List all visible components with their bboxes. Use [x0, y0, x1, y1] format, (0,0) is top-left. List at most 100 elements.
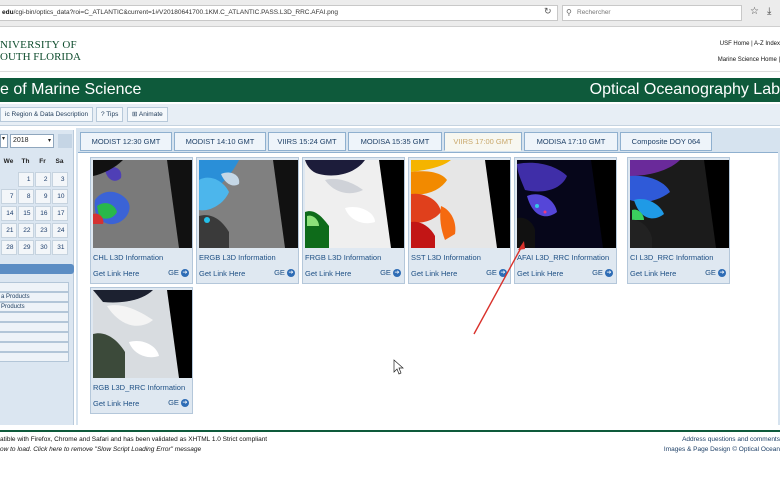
calendar-day — [1, 172, 17, 187]
tab-modist-14-10-gmt[interactable]: MODIST 14:10 GMT — [174, 132, 266, 151]
globe-arrow-icon: ➔ — [605, 269, 613, 278]
browser-search-input[interactable]: ⚲ Rechercher — [562, 5, 742, 21]
info-link[interactable]: ERGB L3D Information — [199, 253, 276, 262]
calendar-day[interactable]: 8 — [17, 189, 34, 204]
calendar-day[interactable]: 9 — [34, 189, 51, 204]
info-link[interactable]: SST L3D Information — [411, 253, 481, 262]
calendar-day[interactable]: 28 — [0, 240, 17, 255]
get-link[interactable]: Get Link Here — [93, 399, 139, 408]
info-link[interactable]: RGB L3D_RRC Information — [93, 383, 185, 392]
address-bar[interactable]: edu/cgi-bin/optics_data?roi=C_ATLANTIC&c… — [0, 5, 558, 21]
info-link[interactable]: CI L3D_RRC Information — [630, 253, 713, 262]
satellite-thumbnail[interactable] — [305, 160, 404, 248]
usf-logo-line2[interactable]: OUTH FLORIDA — [0, 51, 81, 63]
search-icon: ⚲ — [566, 8, 572, 17]
calendar-day[interactable]: 21 — [0, 223, 17, 238]
sidebar-list: a Products Products — [0, 282, 69, 362]
calendar: We Th Fr Sa 1 2 3 7 8 9 10 14 15 16 17 21 22 23 24 28 29 30 3… — [0, 154, 68, 256]
ge-label: GE — [592, 268, 603, 277]
calendar-day[interactable]: 10 — [51, 189, 68, 204]
tab-modist-12-30-gmt[interactable]: MODIST 12:30 GMT — [80, 132, 172, 151]
calendar-day[interactable]: 15 — [17, 206, 34, 221]
satellite-image — [305, 160, 404, 248]
get-link[interactable]: Get Link Here — [305, 269, 351, 278]
ge-label: GE — [380, 268, 391, 277]
calendar-day[interactable]: 2 — [34, 172, 51, 187]
satellite-thumbnail[interactable] — [517, 160, 616, 248]
google-earth-link[interactable]: GE ➔ — [592, 268, 613, 278]
footer-compat-note: atible with Firefox, Chrome and Safari a… — [0, 436, 268, 443]
google-earth-link[interactable]: GE ➔ — [705, 268, 726, 278]
satellite-thumbnail[interactable] — [93, 290, 192, 378]
sidebar-item[interactable] — [0, 322, 69, 332]
sidebar-item[interactable]: a Products — [0, 292, 69, 302]
globe-arrow-icon: ➔ — [499, 269, 507, 278]
year-select[interactable]: 2018 ▾ — [10, 134, 54, 148]
sidebar-item[interactable] — [0, 312, 69, 322]
get-link[interactable]: Get Link Here — [630, 269, 676, 278]
region-description-button[interactable]: ic Region & Data Description — [0, 107, 94, 122]
tab-modisa-17-10-gmt[interactable]: MODISA 17:10 GMT — [524, 132, 618, 151]
get-link[interactable]: Get Link Here — [411, 269, 457, 278]
chevron-down-icon: ▾ — [47, 138, 51, 144]
page-footer: atible with Firefox, Chrome and Safari a… — [0, 430, 780, 460]
footer-contact-link[interactable]: Address questions and comments — [682, 436, 780, 443]
left-sidebar: ▾ 2018 ▾ We Th Fr Sa 1 2 3 7 8 9 10 14 15 16 17 21 22 23… — [0, 130, 74, 425]
usf-logo-line1[interactable]: NIVERSITY OF — [0, 39, 77, 51]
google-earth-link[interactable]: GE ➔ — [486, 268, 507, 278]
calendar-day[interactable]: 30 — [34, 240, 51, 255]
tab-modisa-15-35-gmt[interactable]: MODISA 15:35 GMT — [348, 132, 442, 151]
tab-composite-doy-064[interactable]: Composite DOY 064 — [620, 132, 712, 151]
bottom-strip — [0, 460, 780, 477]
site-header: NIVERSITY OF OUTH FLORIDA USF Home | A-Z… — [0, 27, 780, 72]
tab-viirs-15-24-gmt[interactable]: VIIRS 15:24 GMT — [268, 132, 346, 151]
sidebar-item[interactable] — [0, 332, 69, 342]
satellite-image — [93, 160, 192, 248]
get-link[interactable]: Get Link Here — [199, 269, 245, 278]
calendar-day[interactable]: 14 — [0, 206, 17, 221]
footer-slow-script-link[interactable]: ow to load. Click here to remove "Slow S… — [0, 446, 201, 453]
top-links[interactable]: USF Home | A-Z Index — [720, 41, 780, 47]
satellite-thumbnail[interactable] — [630, 160, 729, 248]
calendar-day[interactable]: 31 — [51, 240, 68, 255]
bookmark-star-icon[interactable]: ☆ — [750, 6, 759, 17]
satellite-thumbnail[interactable] — [199, 160, 298, 248]
google-earth-link[interactable]: GE ➔ — [168, 268, 189, 278]
calendar-day[interactable]: 23 — [34, 223, 51, 238]
calendar-day[interactable]: 3 — [51, 172, 68, 187]
info-link[interactable]: CHL L3D Information — [93, 253, 163, 262]
google-earth-link[interactable]: GE ➔ — [380, 268, 401, 278]
info-link[interactable]: FRGB L3D Information — [305, 253, 381, 262]
get-link[interactable]: Get Link Here — [93, 269, 139, 278]
calendar-week: 7 8 9 10 — [0, 188, 68, 205]
sidebar-item[interactable] — [0, 352, 69, 362]
animate-button[interactable]: ⊞ Animate — [127, 107, 168, 122]
month-select[interactable]: ▾ — [0, 134, 8, 148]
tab-viirs-17-00-gmt[interactable]: VIIRS 17:00 GMT — [444, 132, 522, 151]
globe-arrow-icon: ➔ — [181, 269, 189, 278]
reload-icon[interactable]: ↻ — [544, 6, 552, 17]
calendar-day[interactable]: 29 — [17, 240, 34, 255]
calendar-day[interactable]: 16 — [34, 206, 51, 221]
get-link[interactable]: Get Link Here — [517, 269, 563, 278]
satellite-thumbnail[interactable] — [411, 160, 510, 248]
tips-button[interactable]: ? Tips — [96, 107, 124, 122]
calendar-day[interactable]: 24 — [51, 223, 68, 238]
google-earth-link[interactable]: GE ➔ — [274, 268, 295, 278]
google-earth-link[interactable]: GE ➔ — [168, 398, 189, 408]
image-card-afai-l3d-rrc: AFAI L3D_RRC Information Get Link Here GE … — [514, 157, 617, 284]
calendar-day[interactable]: 7 — [0, 189, 17, 204]
sidebar-item[interactable] — [0, 342, 69, 352]
download-icon[interactable]: ⤓ — [767, 6, 771, 17]
satellite-thumbnail[interactable] — [93, 160, 192, 248]
content-panel: MODIST 12:30 GMT MODIST 14:10 GMT VIIRS 15… — [76, 128, 780, 425]
calendar-week: 21 22 23 24 — [0, 222, 68, 239]
sub-links[interactable]: Marine Science Home | — [718, 57, 780, 63]
calendar-day[interactable]: 22 — [17, 223, 34, 238]
calendar-day[interactable]: 1 — [17, 172, 34, 187]
sidebar-item[interactable] — [0, 282, 69, 292]
sidebar-item[interactable]: Products — [0, 302, 69, 312]
info-link[interactable]: AFAI L3D_RRC Information — [517, 253, 609, 262]
image-card-rgb-l3d-rrc: RGB L3D_RRC Information Get Link Here GE ➔ — [90, 287, 193, 414]
calendar-day[interactable]: 17 — [51, 206, 68, 221]
